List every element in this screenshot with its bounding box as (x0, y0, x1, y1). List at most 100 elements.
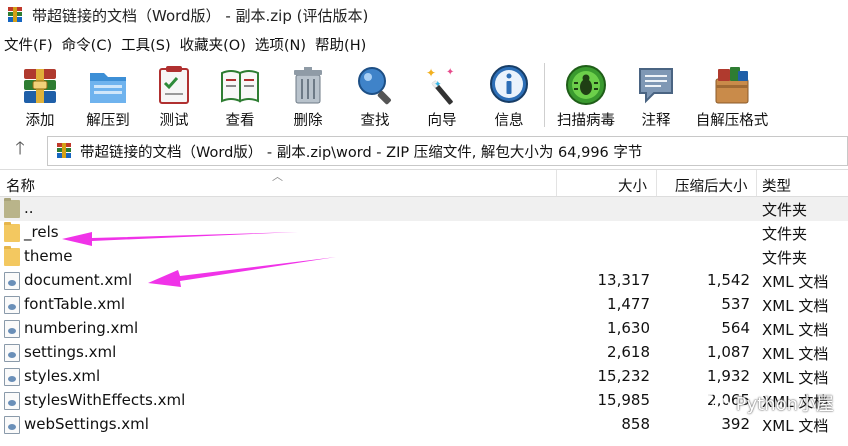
delete-button[interactable]: 删除 (284, 57, 332, 133)
file-type: XML 文档 (762, 321, 829, 339)
wechat-icon (703, 392, 730, 414)
file-packed-size: 392 (721, 415, 750, 433)
file-packed-size: 1,087 (707, 343, 750, 361)
title-bar: 带超链接的文档（Word版） - 副本.zip (评估版本) (0, 0, 848, 30)
file-type: XML 文档 (762, 417, 829, 435)
find-icon (353, 63, 397, 107)
table-row[interactable]: document.xml 13,317 1,542 XML 文档 (0, 269, 848, 293)
file-type: XML 文档 (762, 297, 829, 315)
info-button[interactable]: 信息 (485, 57, 533, 133)
address-path: 带超链接的文档（Word版） - 副本.zip\word - ZIP 压缩文件,… (80, 144, 643, 161)
add-button[interactable]: 添加 (16, 57, 64, 133)
delete-label: 删除 (293, 113, 323, 129)
file-name: styles.xml (24, 367, 101, 385)
extract-to-button[interactable]: 解压到 (80, 57, 136, 133)
xml-file-icon (4, 320, 20, 338)
file-name: webSettings.xml (24, 415, 149, 433)
test-label: 测试 (159, 113, 189, 129)
table-row[interactable]: styles.xml 15,232 1,932 XML 文档 (0, 365, 848, 389)
file-name: numbering.xml (24, 319, 139, 337)
menu-commands[interactable]: 命令(C) (58, 34, 117, 55)
view-button[interactable]: 查看 (216, 57, 264, 133)
file-name: theme (24, 247, 73, 265)
extract-to-label: 解压到 (86, 113, 130, 129)
column-header: ︿ 名称 大小 压缩后大小 类型 (0, 169, 848, 197)
delete-icon (286, 63, 330, 107)
sfx-icon (710, 63, 754, 107)
test-button[interactable]: 测试 (150, 57, 198, 133)
info-label: 信息 (494, 113, 524, 129)
column-divider[interactable] (756, 170, 757, 196)
address-bar[interactable]: 带超链接的文档（Word版） - 副本.zip\word - ZIP 压缩文件,… (47, 136, 848, 166)
wizard-label: 向导 (427, 113, 457, 129)
xml-file-icon (4, 272, 20, 290)
folder-icon (4, 246, 20, 266)
file-packed-size: 1,932 (707, 367, 750, 385)
file-size: 2,618 (607, 343, 650, 361)
table-row[interactable]: fontTable.xml 1,477 537 XML 文档 (0, 293, 848, 317)
sort-ascending-icon: ︿ (272, 170, 283, 183)
xml-file-icon (4, 344, 20, 362)
virus-scan-label: 扫描病毒 (557, 113, 615, 129)
xml-file-icon (4, 416, 20, 434)
menu-bar: 文件(F) 命令(C) 工具(S) 收藏夹(O) 选项(N) 帮助(H) (0, 32, 848, 56)
address-row: 🡑 带超链接的文档（Word版） - 副本.zip\word - ZIP 压缩文… (0, 135, 848, 167)
comment-button[interactable]: 注释 (632, 57, 680, 133)
file-type: XML 文档 (762, 345, 829, 363)
folder-icon (4, 222, 20, 242)
menu-file[interactable]: 文件(F) (0, 34, 58, 55)
file-name: settings.xml (24, 343, 117, 361)
virus-scan-icon (564, 63, 608, 107)
xml-file-icon (4, 368, 20, 386)
column-divider[interactable] (656, 170, 657, 196)
file-size: 15,985 (597, 391, 651, 409)
wizard-icon: ✦ ✦ ✦ (420, 63, 464, 107)
table-row[interactable]: webSettings.xml 858 392 XML 文档 (0, 413, 848, 437)
column-divider[interactable] (556, 170, 557, 196)
sfx-label: 自解压格式 (695, 113, 769, 129)
table-row-parent[interactable]: .. 文件夹 (0, 197, 848, 221)
info-icon (487, 63, 531, 107)
table-row[interactable]: theme 文件夹 (0, 245, 848, 269)
menu-help[interactable]: 帮助(H) (311, 34, 371, 55)
file-size: 15,232 (597, 367, 651, 385)
menu-options[interactable]: 选项(N) (251, 34, 311, 55)
find-label: 查找 (360, 113, 390, 129)
toolbar-separator (544, 63, 545, 127)
comment-label: 注释 (641, 113, 671, 129)
file-size: 13,317 (597, 271, 651, 289)
toolbar: 添加 解压到 测试 查看 删除 查找 ✦ ✦ ✦ 向导 信息 扫描病毒 注释 自… (0, 57, 848, 133)
sfx-button[interactable]: 自解压格式 (692, 57, 772, 133)
zip-archive-icon (55, 142, 73, 160)
menu-tools[interactable]: 工具(S) (117, 34, 176, 55)
file-type: XML 文档 (762, 369, 829, 387)
virus-scan-button[interactable]: 扫描病毒 (554, 57, 618, 133)
table-row[interactable]: _rels 文件夹 (0, 221, 848, 245)
column-name[interactable]: 名称 (6, 175, 35, 196)
wizard-button[interactable]: ✦ ✦ ✦ 向导 (418, 57, 466, 133)
file-size: 1,630 (607, 319, 650, 337)
up-one-level-button[interactable]: 🡑 (6, 137, 34, 165)
file-size: 858 (621, 415, 650, 433)
column-packed[interactable]: 压缩后大小 (675, 175, 748, 196)
file-name: stylesWithEffects.xml (24, 391, 186, 409)
column-type[interactable]: 类型 (762, 175, 791, 196)
xml-file-icon (4, 296, 20, 314)
table-row[interactable]: settings.xml 2,618 1,087 XML 文档 (0, 341, 848, 365)
table-row[interactable]: numbering.xml 1,630 564 XML 文档 (0, 317, 848, 341)
column-size[interactable]: 大小 (618, 175, 647, 196)
svg-text:✦: ✦ (434, 80, 442, 90)
xml-file-icon (4, 392, 20, 410)
file-type: 文件夹 (762, 225, 808, 243)
view-icon (218, 63, 262, 107)
winrar-app-icon (6, 6, 24, 24)
window-title: 带超链接的文档（Word版） - 副本.zip (评估版本) (32, 6, 369, 25)
file-packed-size: 1,542 (707, 271, 750, 289)
file-type: XML 文档 (762, 273, 829, 291)
menu-favorites[interactable]: 收藏夹(O) (176, 34, 251, 55)
file-packed-size: 564 (721, 319, 750, 337)
view-label: 查看 (225, 113, 255, 129)
watermark: Python小屋 (703, 390, 834, 416)
find-button[interactable]: 查找 (351, 57, 399, 133)
file-name: fontTable.xml (24, 295, 126, 313)
